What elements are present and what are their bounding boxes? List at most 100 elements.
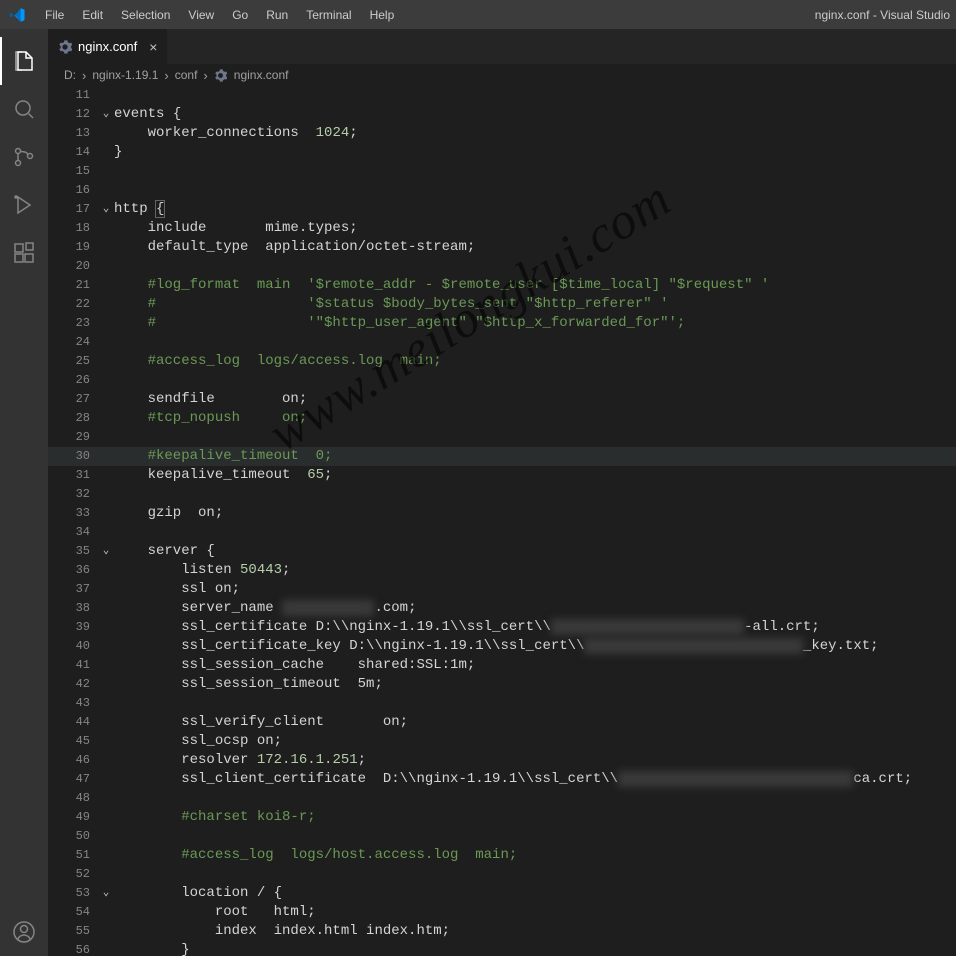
code-line[interactable]: 43 xyxy=(48,694,956,713)
code-line[interactable]: 40 ssl_certificate_key D:\\nginx-1.19.1\… xyxy=(48,637,956,656)
code-line[interactable]: 32 xyxy=(48,485,956,504)
extensions-icon[interactable] xyxy=(0,229,48,277)
explorer-icon[interactable] xyxy=(0,37,48,85)
code-content[interactable] xyxy=(114,523,956,542)
menu-terminal[interactable]: Terminal xyxy=(297,4,360,26)
code-content[interactable] xyxy=(114,257,956,276)
breadcrumb[interactable]: D: › nginx-1.19.1 › conf › nginx.conf xyxy=(48,64,956,86)
breadcrumb-segment[interactable]: conf xyxy=(175,68,198,82)
code-content[interactable]: location / { xyxy=(114,884,956,903)
code-content[interactable]: # '"$http_user_agent" "$http_x_forwarded… xyxy=(114,314,956,333)
code-content[interactable]: # '$status $body_bytes_sent "$http_refer… xyxy=(114,295,956,314)
menu-edit[interactable]: Edit xyxy=(73,4,112,26)
code-content[interactable]: resolver 172.16.1.251; xyxy=(114,751,956,770)
code-content[interactable]: worker_connections 1024; xyxy=(114,124,956,143)
breadcrumb-segment[interactable]: D: xyxy=(64,68,76,82)
menu-help[interactable]: Help xyxy=(361,4,404,26)
code-content[interactable] xyxy=(114,485,956,504)
code-line[interactable]: 34 xyxy=(48,523,956,542)
code-line[interactable]: 24 xyxy=(48,333,956,352)
code-content[interactable]: server { xyxy=(114,542,956,561)
code-content[interactable]: ssl_certificate D:\\nginx-1.19.1\\ssl_ce… xyxy=(114,618,956,637)
code-line[interactable]: 56 } xyxy=(48,941,956,956)
code-line[interactable]: 42 ssl_session_timeout 5m; xyxy=(48,675,956,694)
code-content[interactable]: #charset koi8-r; xyxy=(114,808,956,827)
fold-toggle-icon[interactable]: ⌄ xyxy=(98,884,114,903)
fold-toggle-icon[interactable]: ⌄ xyxy=(98,200,114,219)
code-line[interactable]: 28 #tcp_nopush on; xyxy=(48,409,956,428)
code-line[interactable]: 15 xyxy=(48,162,956,181)
code-content[interactable] xyxy=(114,428,956,447)
code-line[interactable]: 12⌄events { xyxy=(48,105,956,124)
breadcrumb-segment[interactable]: nginx.conf xyxy=(234,68,289,82)
fold-toggle-icon[interactable]: ⌄ xyxy=(98,105,114,124)
code-content[interactable]: keepalive_timeout 65; xyxy=(114,466,956,485)
accounts-icon[interactable] xyxy=(0,908,48,956)
code-line[interactable]: 36 listen 50443; xyxy=(48,561,956,580)
code-content[interactable] xyxy=(114,86,956,105)
code-line[interactable]: 11 xyxy=(48,86,956,105)
menu-file[interactable]: File xyxy=(36,4,73,26)
code-content[interactable]: ssl_ocsp on; xyxy=(114,732,956,751)
code-line[interactable]: 23 # '"$http_user_agent" "$http_x_forwar… xyxy=(48,314,956,333)
code-line[interactable]: 17⌄http { xyxy=(48,200,956,219)
code-line[interactable]: 22 # '$status $body_bytes_sent "$http_re… xyxy=(48,295,956,314)
code-line[interactable]: 18 include mime.types; xyxy=(48,219,956,238)
code-line[interactable]: 30 #keepalive_timeout 0; xyxy=(48,447,956,466)
search-icon[interactable] xyxy=(0,85,48,133)
code-line[interactable]: 38 server_name xxxxxxxxxxx.com; xyxy=(48,599,956,618)
code-line[interactable]: 52 xyxy=(48,865,956,884)
code-content[interactable]: default_type application/octet-stream; xyxy=(114,238,956,257)
code-content[interactable]: ssl_certificate_key D:\\nginx-1.19.1\\ss… xyxy=(114,637,956,656)
code-content[interactable]: } xyxy=(114,941,956,956)
code-line[interactable]: 47 ssl_client_certificate D:\\nginx-1.19… xyxy=(48,770,956,789)
menu-selection[interactable]: Selection xyxy=(112,4,179,26)
code-line[interactable]: 55 index index.html index.htm; xyxy=(48,922,956,941)
code-content[interactable]: #log_format main '$remote_addr - $remote… xyxy=(114,276,956,295)
source-control-icon[interactable] xyxy=(0,133,48,181)
code-content[interactable]: #access_log logs/access.log main; xyxy=(114,352,956,371)
code-content[interactable]: ssl_session_cache shared:SSL:1m; xyxy=(114,656,956,675)
code-line[interactable]: 53⌄ location / { xyxy=(48,884,956,903)
code-content[interactable]: ssl_verify_client on; xyxy=(114,713,956,732)
code-content[interactable]: sendfile on; xyxy=(114,390,956,409)
code-content[interactable] xyxy=(114,865,956,884)
code-line[interactable]: 20 xyxy=(48,257,956,276)
code-line[interactable]: 35⌄ server { xyxy=(48,542,956,561)
code-line[interactable]: 33 gzip on; xyxy=(48,504,956,523)
code-content[interactable]: http { xyxy=(114,200,956,219)
code-content[interactable]: ssl_client_certificate D:\\nginx-1.19.1\… xyxy=(114,770,956,789)
code-content[interactable]: ssl_session_timeout 5m; xyxy=(114,675,956,694)
code-line[interactable]: 46 resolver 172.16.1.251; xyxy=(48,751,956,770)
code-content[interactable]: root html; xyxy=(114,903,956,922)
code-content[interactable]: events { xyxy=(114,105,956,124)
code-content[interactable]: index index.html index.htm; xyxy=(114,922,956,941)
code-content[interactable] xyxy=(114,827,956,846)
menu-view[interactable]: View xyxy=(179,4,223,26)
code-line[interactable]: 13 worker_connections 1024; xyxy=(48,124,956,143)
code-line[interactable]: 50 xyxy=(48,827,956,846)
run-debug-icon[interactable] xyxy=(0,181,48,229)
code-line[interactable]: 29 xyxy=(48,428,956,447)
code-line[interactable]: 21 #log_format main '$remote_addr - $rem… xyxy=(48,276,956,295)
code-line[interactable]: 37 ssl on; xyxy=(48,580,956,599)
code-content[interactable] xyxy=(114,694,956,713)
menu-go[interactable]: Go xyxy=(223,4,257,26)
code-content[interactable] xyxy=(114,181,956,200)
code-content[interactable] xyxy=(114,789,956,808)
code-content[interactable]: ssl on; xyxy=(114,580,956,599)
code-line[interactable]: 51 #access_log logs/host.access.log main… xyxy=(48,846,956,865)
code-content[interactable] xyxy=(114,162,956,181)
code-line[interactable]: 48 xyxy=(48,789,956,808)
code-content[interactable]: #tcp_nopush on; xyxy=(114,409,956,428)
code-line[interactable]: 19 default_type application/octet-stream… xyxy=(48,238,956,257)
tab-nginx-conf[interactable]: nginx.conf × xyxy=(48,29,167,64)
code-content[interactable]: #access_log logs/host.access.log main; xyxy=(114,846,956,865)
code-content[interactable]: gzip on; xyxy=(114,504,956,523)
code-line[interactable]: 25 #access_log logs/access.log main; xyxy=(48,352,956,371)
menu-run[interactable]: Run xyxy=(257,4,297,26)
code-content[interactable] xyxy=(114,333,956,352)
code-line[interactable]: 31 keepalive_timeout 65; xyxy=(48,466,956,485)
code-line[interactable]: 49 #charset koi8-r; xyxy=(48,808,956,827)
fold-toggle-icon[interactable]: ⌄ xyxy=(98,542,114,561)
